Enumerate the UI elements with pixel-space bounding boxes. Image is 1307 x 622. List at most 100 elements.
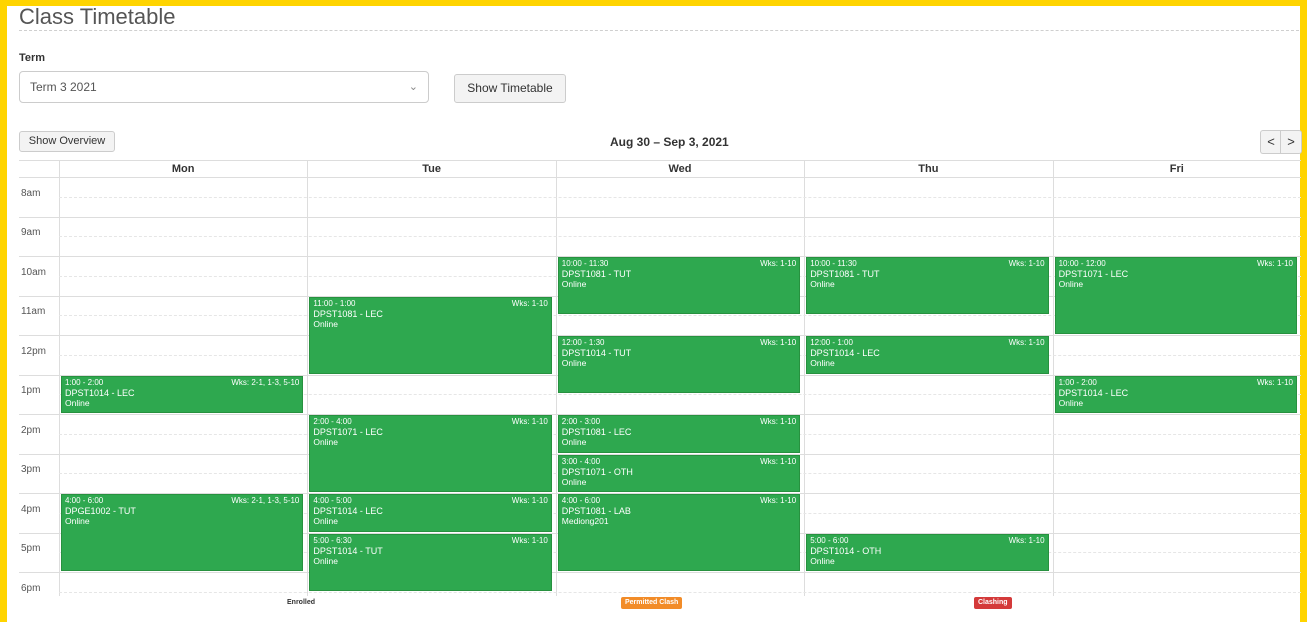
class-event[interactable]: 12:00 - 1:30 Wks: 1-10 DPST1014 - TUT Onlin… xyxy=(557,336,801,394)
event-weeks: Wks: 1-10 xyxy=(760,338,797,347)
event-course: DPST1081 - LEC xyxy=(313,308,383,319)
hour-label-3pm: 3pm xyxy=(21,464,41,476)
day-header-mon: Mon xyxy=(171,163,195,175)
half-hour-gridline xyxy=(59,196,1301,198)
event-weeks: Wks: 1-10 xyxy=(511,298,548,308)
event-course: DPST1071 - LEC xyxy=(313,427,383,437)
term-label: Term xyxy=(19,52,46,64)
event-time: 1:00 - 2:00 xyxy=(1058,377,1097,387)
event-location: Mediong201 xyxy=(561,516,609,526)
hour-label-1pm: 1pm xyxy=(21,385,41,397)
event-location: Online xyxy=(313,516,338,526)
class-event[interactable]: 5:00 - 6:30 Wks: 1-10 DPST1014 - TUT Online xyxy=(309,533,552,591)
event-location: Online xyxy=(561,279,587,289)
next-week-button[interactable]: > xyxy=(1280,130,1302,154)
class-event[interactable]: 10:00 - 11:30 Wks: 1-10 DPST1081 - TUT Onli… xyxy=(806,257,1049,315)
event-location: Online xyxy=(1058,397,1084,408)
event-time: 3:00 - 4:00 xyxy=(561,456,601,466)
show-overview-button[interactable]: Show Overview xyxy=(19,131,115,152)
event-weeks: Wks: 2-1, 1-3, 5-10 xyxy=(231,496,300,505)
day-divider xyxy=(1052,161,1054,596)
week-range: Aug 30 – Sep 3, 2021 xyxy=(610,135,729,149)
accent-frame-top xyxy=(0,0,1307,6)
timetable-calendar: Mon Tue Wed Thu Fri 8am 9am 10am 11am 12pm 1pm 2pm 3… xyxy=(19,160,1301,596)
class-event[interactable]: 2:00 - 4:00 Wks: 1-10 DPST1071 - LEC Online xyxy=(309,415,552,492)
event-weeks: Wks: 1-10 xyxy=(760,496,797,505)
event-location: Online xyxy=(561,476,587,487)
event-time: 2:00 - 3:00 xyxy=(561,417,601,426)
event-course: DPST1014 - TUT xyxy=(561,348,632,358)
half-hour-gridline xyxy=(59,236,1301,238)
event-course: DPST1014 - LEC xyxy=(810,348,880,358)
event-weeks: Wks: 1-10 xyxy=(1008,259,1045,268)
event-weeks: Wks: 1-10 xyxy=(511,535,548,545)
event-weeks: Wks: 1-10 xyxy=(760,259,797,268)
event-time: 5:00 - 6:30 xyxy=(313,535,352,545)
hour-gridline xyxy=(19,572,1301,573)
event-time: 5:00 - 6:00 xyxy=(810,535,849,545)
event-time: 12:00 - 1:30 xyxy=(561,338,605,347)
event-time: 10:00 - 12:00 xyxy=(1058,259,1106,268)
class-event[interactable]: 10:00 - 11:30 Wks: 1-10 DPST1081 - TUT Onli… xyxy=(557,257,801,315)
class-event[interactable]: 1:00 - 2:00 Wks: 1-10 DPST1014 - LEC Online xyxy=(1054,375,1297,413)
event-time: 11:00 - 1:00 xyxy=(313,298,356,308)
event-course: DPST1014 - TUT xyxy=(313,545,383,556)
event-time: 10:00 - 11:30 xyxy=(810,259,857,268)
event-location: Online xyxy=(313,437,338,447)
hour-label-4pm: 4pm xyxy=(21,503,41,515)
event-time: 10:00 - 11:30 xyxy=(561,259,609,268)
class-event[interactable]: 5:00 - 6:00 Wks: 1-10 DPST1014 - OTH Online xyxy=(806,533,1049,571)
event-location: Online xyxy=(65,397,90,408)
title-divider xyxy=(19,30,1299,31)
hour-gridline xyxy=(19,216,1301,218)
event-course: DPST1081 - TUT xyxy=(810,269,880,279)
hour-label-12pm: 12pm xyxy=(21,345,47,357)
class-event[interactable]: 4:00 - 6:00 Wks: 2-1, 1-3, 5-10 DPGE1002 -… xyxy=(61,494,304,571)
class-event[interactable]: 4:00 - 5:00 Wks: 1-10 DPST1014 - LEC Online xyxy=(309,494,552,532)
accent-frame-left xyxy=(0,0,7,622)
hour-label-9am: 9am xyxy=(21,227,41,239)
class-event[interactable]: 10:00 - 12:00 Wks: 1-10 DPST1071 - LEC Onli… xyxy=(1054,257,1297,334)
event-time: 2:00 - 4:00 xyxy=(313,417,352,426)
event-time: 4:00 - 6:00 xyxy=(561,496,601,505)
class-event[interactable]: 2:00 - 3:00 Wks: 1-10 DPST1081 - LEC Online xyxy=(557,415,801,453)
accent-frame-right xyxy=(1300,0,1307,622)
week-nav: < > xyxy=(1260,130,1302,154)
event-course: DPST1014 - LEC xyxy=(65,387,135,398)
day-header-fri: Fri xyxy=(1169,163,1184,175)
day-header-tue: Tue xyxy=(422,163,441,175)
legend-permitted-clash: Permitted Clash xyxy=(621,597,683,609)
event-course: DPST1014 - LEC xyxy=(313,506,383,516)
class-event[interactable]: 1:00 - 2:00 Wks: 2-1, 1-3, 5-10 DPST1014 -… xyxy=(61,375,304,413)
term-select[interactable]: Term 3 2021 ⌄ xyxy=(19,71,429,103)
event-time: 1:00 - 2:00 xyxy=(65,377,104,387)
event-location: Online xyxy=(810,358,835,368)
event-course: DPST1014 - OTH xyxy=(810,545,882,556)
event-time: 4:00 - 6:00 xyxy=(65,496,104,505)
page-title: Class Timetable xyxy=(19,4,176,29)
chevron-down-icon: ⌄ xyxy=(408,81,418,93)
class-event[interactable]: 3:00 - 4:00 Wks: 1-10 DPST1071 - OTH Online xyxy=(557,454,801,492)
hour-label-10am: 10am xyxy=(21,266,47,278)
day-divider xyxy=(59,161,60,596)
day-header-thu: Thu xyxy=(918,163,939,175)
event-weeks: Wks: 1-10 xyxy=(760,417,797,426)
event-course: DPST1071 - LEC xyxy=(1058,269,1129,279)
show-timetable-button[interactable]: Show Timetable xyxy=(454,74,566,103)
event-course: DPST1071 - OTH xyxy=(561,466,633,477)
day-divider xyxy=(555,161,557,596)
event-course: DPGE1002 - TUT xyxy=(65,506,136,516)
hour-label-5pm: 5pm xyxy=(21,543,41,555)
prev-week-button[interactable]: < xyxy=(1260,130,1281,154)
event-weeks: Wks: 1-10 xyxy=(511,417,548,426)
event-course: DPST1014 - LEC xyxy=(1058,387,1129,398)
class-event[interactable]: 11:00 - 1:00 Wks: 1-10 DPST1081 - LEC Onlin… xyxy=(309,296,552,374)
event-weeks: Wks: 1-10 xyxy=(1256,259,1293,268)
hour-label-11am: 11am xyxy=(21,306,46,318)
event-weeks: Wks: 1-10 xyxy=(1008,338,1045,347)
class-event[interactable]: 12:00 - 1:00 Wks: 1-10 DPST1014 - LEC Onlin… xyxy=(806,336,1049,374)
hour-label-8am: 8am xyxy=(21,187,41,199)
event-location: Online xyxy=(810,555,835,566)
event-location: Online xyxy=(561,358,587,368)
class-event[interactable]: 4:00 - 6:00 Wks: 1-10 DPST1081 - LAB Medion… xyxy=(557,494,801,571)
